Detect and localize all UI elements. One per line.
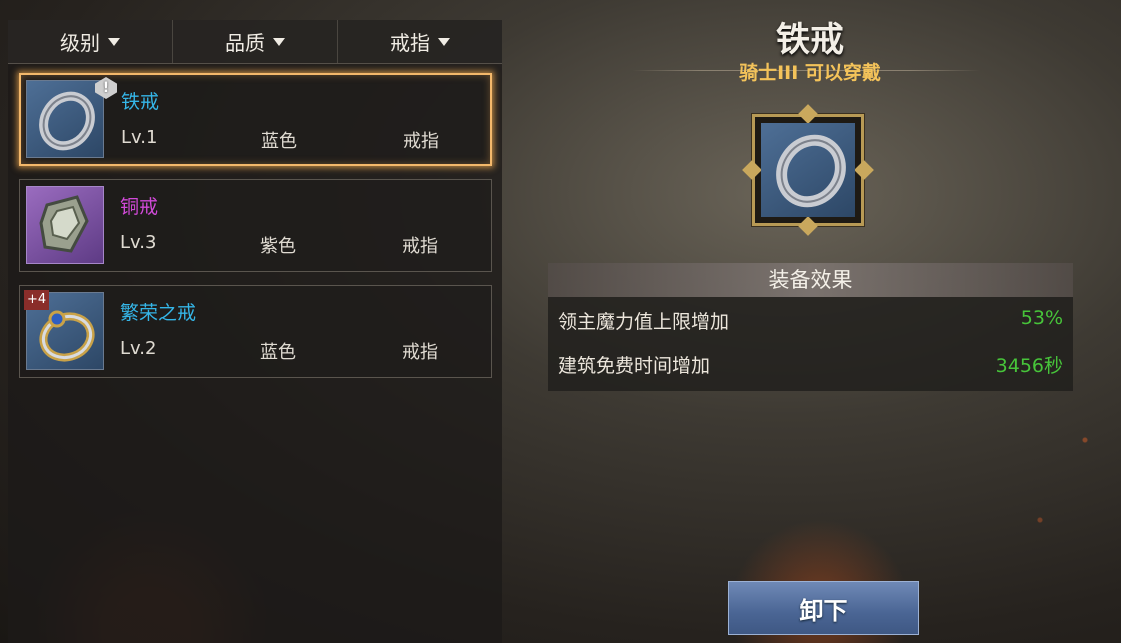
unequip-button[interactable]: 卸下: [728, 581, 919, 635]
effects-header: 装备效果: [548, 263, 1073, 297]
list-item-copper-ring[interactable]: 铜戒 Lv.3 紫色 戒指: [19, 179, 492, 272]
item-detail-icon-frame: [742, 104, 874, 236]
filter-quality-dropdown[interactable]: 品质: [173, 20, 338, 63]
item-name: 铁戒: [121, 91, 160, 113]
caret-down-icon: [438, 37, 450, 46]
effect-label: 建筑免费时间增加: [558, 355, 711, 377]
effect-row: 领主魔力值上限增加 53%: [548, 297, 1073, 341]
item-quality: 蓝色: [260, 342, 296, 363]
effect-value: 3456秒: [995, 355, 1063, 377]
iron-ring-icon: [761, 123, 855, 217]
filter-bar: 级别 品质 戒指: [8, 20, 502, 64]
caret-down-icon: [273, 37, 285, 46]
item-list: ! 铁戒 Lv.1 蓝色 戒指 铜戒 Lv.3 紫色 戒指 +4 繁荣之戒 Lv…: [19, 73, 492, 391]
caret-down-icon: [108, 37, 120, 46]
wear-requirement: 骑士III 可以穿戴: [739, 62, 881, 84]
frame-ornament-icon: [742, 160, 762, 180]
item-detail-title: 铁戒: [776, 20, 844, 60]
filter-quality-label: 品质: [225, 31, 265, 55]
frame-ornament-icon: [854, 160, 874, 180]
item-quality: 紫色: [260, 236, 296, 257]
effect-label: 领主魔力值上限增加: [558, 311, 730, 333]
upgrade-badge: +4: [24, 290, 50, 310]
frame-ornament-icon: [798, 104, 818, 124]
effect-value: 53%: [1020, 307, 1063, 329]
filter-level-dropdown[interactable]: 级别: [8, 20, 173, 63]
list-item-prosperity-ring[interactable]: +4 繁荣之戒 Lv.2 蓝色 戒指: [19, 285, 492, 378]
item-level: Lv.3: [120, 232, 157, 253]
equipment-list-panel: 级别 品质 戒指 ! 铁戒 Lv.1 蓝色 戒指 铜戒 Lv.3 紫色 戒指 +…: [8, 20, 502, 643]
item-name: 铜戒: [120, 196, 159, 218]
item-type: 戒指: [402, 236, 438, 257]
item-level: Lv.2: [120, 338, 157, 359]
frame-ornament-icon: [798, 216, 818, 236]
item-name: 繁荣之戒: [120, 302, 197, 324]
item-type: 戒指: [402, 342, 438, 363]
effect-row: 建筑免费时间增加 3456秒: [548, 341, 1073, 385]
filter-type-label: 戒指: [390, 31, 430, 55]
filter-type-dropdown[interactable]: 戒指: [338, 20, 502, 63]
item-type: 戒指: [403, 131, 439, 152]
item-quality: 蓝色: [261, 131, 297, 152]
equipment-effects-panel: 装备效果 领主魔力值上限增加 53% 建筑免费时间增加 3456秒: [548, 263, 1073, 391]
item-level: Lv.1: [121, 127, 158, 148]
filter-level-label: 级别: [60, 31, 100, 55]
iron-ring-icon: [26, 80, 104, 158]
copper-ring-icon: [26, 186, 104, 264]
list-item-iron-ring[interactable]: ! 铁戒 Lv.1 蓝色 戒指: [19, 73, 492, 166]
